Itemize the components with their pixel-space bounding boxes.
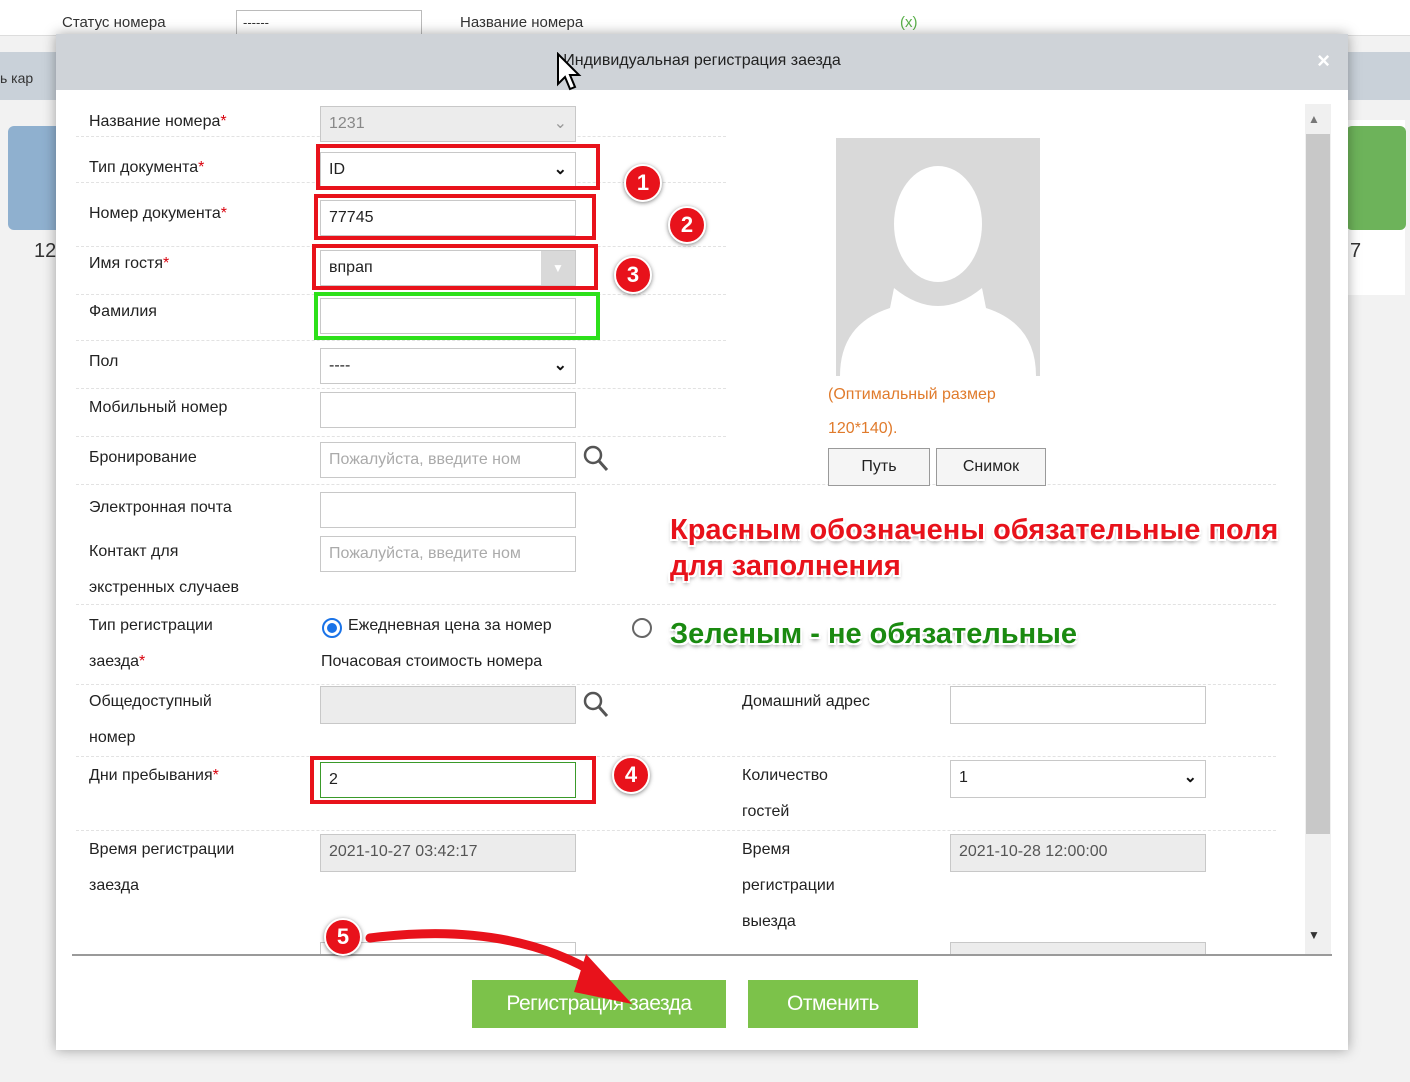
step-badge-1: 1 — [624, 164, 662, 202]
required-highlight-doc-type — [316, 144, 600, 190]
optional-highlight-surname — [314, 292, 600, 340]
step-badge-2: 2 — [668, 206, 706, 244]
row-divider — [76, 436, 726, 437]
checkout-time-label-line3: выезда — [742, 913, 796, 930]
emergency-input[interactable]: Пожалуйста, введите ном — [320, 536, 576, 572]
mouse-cursor-icon — [557, 52, 582, 91]
close-icon[interactable]: × — [1317, 48, 1330, 74]
step-badge-4: 4 — [612, 756, 650, 794]
guest-count-label-line2: гостей — [742, 803, 790, 820]
email-input[interactable] — [320, 492, 576, 528]
guest-count-select[interactable]: 1 ⌄ — [950, 760, 1206, 798]
guest-name-label: Имя гостя* — [89, 255, 170, 272]
checkout-time-label-line2: регистрации — [742, 877, 835, 894]
checkout-time-field: 2021-10-28 12:00:00 — [950, 834, 1206, 872]
gender-select[interactable]: ---- ⌄ — [320, 348, 576, 384]
clear-icon[interactable]: (x) — [900, 14, 918, 31]
row-divider — [76, 604, 1276, 605]
emergency-label-line2: экстренных случаев — [89, 579, 240, 596]
booking-input[interactable]: Пожалуйста, введите ном — [320, 442, 576, 478]
footer-divider — [72, 954, 1332, 956]
checkin-time-label-line1: Время регистрации — [89, 841, 235, 858]
cancel-button[interactable]: Отменить — [748, 980, 918, 1028]
scroll-up-icon[interactable]: ▲ — [1308, 112, 1320, 126]
scroll-down-icon[interactable]: ▼ — [1308, 928, 1320, 942]
radio-hourly[interactable] — [632, 618, 652, 638]
required-highlight-doc-number — [314, 194, 596, 240]
checkin-type-label-line1: Тип регистрации — [89, 617, 213, 634]
photo-size-hint-line1: (Оптимальный размер — [828, 386, 996, 403]
home-address-label: Домашний адрес — [742, 693, 870, 710]
required-note-line1: Красным обозначены обязательные поля — [670, 514, 1279, 546]
chevron-down-icon: ⌄ — [553, 115, 567, 132]
radio-hourly-label[interactable]: Почасовая стоимость номера — [321, 644, 542, 680]
required-highlight-guest-name — [312, 244, 598, 290]
doc-number-label: Номер документа* — [89, 205, 227, 222]
chevron-down-icon: ⌄ — [553, 357, 567, 374]
radio-daily[interactable] — [322, 618, 342, 638]
email-label: Электронная почта — [89, 499, 232, 516]
mobile-input[interactable] — [320, 392, 576, 428]
chevron-down-icon: ⌄ — [1183, 769, 1197, 786]
checkin-type-label-line2: заезда* — [89, 653, 146, 670]
snapshot-button[interactable]: Снимок — [936, 448, 1046, 486]
row-divider — [76, 830, 1276, 831]
status-select[interactable]: ------ — [236, 10, 422, 36]
person-silhouette-icon — [840, 166, 1036, 376]
booking-label: Бронирование — [89, 449, 197, 466]
step-badge-3: 3 — [614, 256, 652, 294]
arrow-to-submit-icon — [365, 929, 632, 1004]
home-address-input[interactable] — [950, 686, 1206, 724]
filter-label-status: Статус номера — [62, 14, 166, 31]
dialog-header: Индивидуальная регистрация заезда × — [56, 34, 1348, 90]
mobile-label: Мобильный номер — [89, 399, 228, 416]
public-room-label-line1: Общедоступный — [89, 693, 212, 710]
background-filter-bar: Статус номера ------ Название номера (x) — [0, 0, 1410, 36]
search-icon[interactable] — [582, 444, 610, 474]
required-highlight-stay-days — [310, 756, 596, 804]
doc-type-label: Тип документа* — [89, 159, 205, 176]
search-icon[interactable] — [582, 690, 610, 720]
stay-days-label: Дни пребывания* — [89, 767, 219, 784]
radio-daily-label[interactable]: Ежедневная цена за номер — [348, 608, 552, 644]
row-divider — [76, 684, 1276, 685]
room-card-right[interactable] — [1346, 126, 1406, 230]
room-name-select[interactable]: 1231 ⌄ — [320, 106, 576, 142]
dialog-title: Индивидуальная регистрация заезда — [563, 52, 841, 69]
path-button[interactable]: Путь — [828, 448, 930, 486]
public-room-input[interactable] — [320, 686, 576, 724]
public-room-label-line2: номер — [89, 729, 136, 746]
guest-photo-placeholder — [836, 138, 1040, 376]
checkin-time-field: 2021-10-27 03:42:17 — [320, 834, 576, 872]
scrollbar-thumb[interactable] — [1306, 134, 1330, 834]
required-note-line2: для заполнения — [670, 550, 901, 582]
room-name-label: Название номера* — [89, 113, 227, 130]
step-badge-5: 5 — [324, 918, 362, 956]
emergency-label-line1: Контакт для — [89, 543, 179, 560]
filter-label-room-name: Название номера — [460, 14, 584, 31]
row-divider — [76, 340, 726, 341]
surname-label: Фамилия — [89, 303, 157, 320]
gender-label: Пол — [89, 353, 119, 370]
room-card-number-left: 12 — [34, 240, 57, 262]
room-card-number-right: 7 — [1350, 240, 1362, 262]
guest-count-label-line1: Количество — [742, 767, 828, 784]
photo-size-hint-line2: 120*140). — [828, 420, 898, 437]
row-divider — [76, 388, 726, 389]
checkin-time-label-line2: заезда — [89, 877, 139, 894]
row-divider — [76, 756, 1276, 757]
optional-note: Зеленым - не обязательные — [670, 618, 1077, 650]
cut-off-field — [950, 942, 1206, 954]
row-divider — [76, 484, 1276, 485]
background-toolbar-text: ь кар — [0, 70, 34, 86]
checkout-time-label-line1: Время — [742, 841, 791, 858]
